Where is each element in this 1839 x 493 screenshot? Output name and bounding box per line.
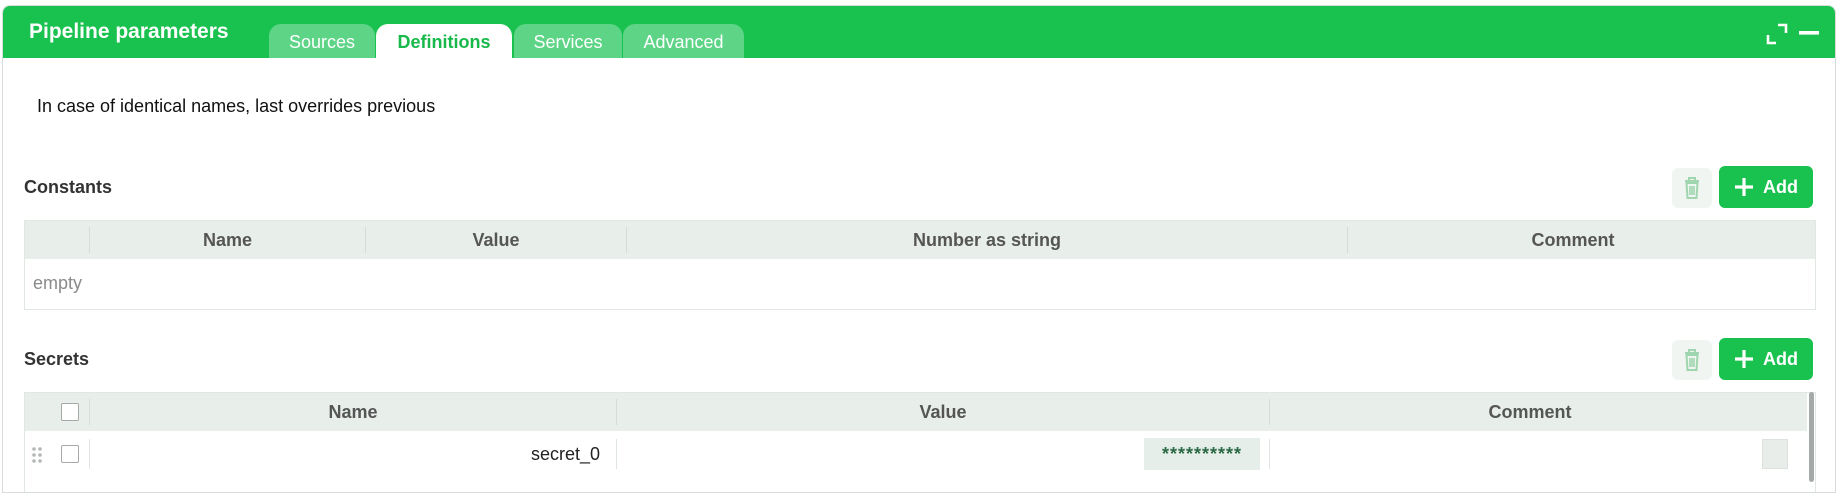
panel-title: Pipeline parameters xyxy=(29,20,229,43)
expand-icon[interactable] xyxy=(1765,22,1789,46)
column-separator xyxy=(1269,439,1270,469)
column-header-comment[interactable]: Comment xyxy=(1348,221,1798,259)
tab-services[interactable]: Services xyxy=(514,24,622,58)
constants-title: Constants xyxy=(24,177,113,197)
secrets-table: Name Value Comment secret_0 ********** xyxy=(24,392,1816,492)
secret-name-cell[interactable]: secret_0 xyxy=(90,444,600,465)
tab-definitions[interactable]: Definitions xyxy=(376,24,512,58)
row-checkbox[interactable] xyxy=(61,445,79,463)
trash-icon xyxy=(1685,349,1699,371)
column-header-value[interactable]: Value xyxy=(366,221,626,259)
constants-delete-button[interactable] xyxy=(1672,168,1712,208)
constants-table: Name Value Number as string Comment empt… xyxy=(24,220,1816,310)
add-button-label: Add xyxy=(1763,177,1798,197)
column-header-name[interactable]: Name xyxy=(90,393,616,431)
column-separator xyxy=(616,439,617,469)
column-header-value[interactable]: Value xyxy=(617,393,1269,431)
column-header-comment[interactable]: Comment xyxy=(1270,393,1790,431)
trash-icon xyxy=(1685,177,1699,199)
plus-icon xyxy=(1735,350,1753,368)
column-header-number-as-string[interactable]: Number as string xyxy=(627,221,1347,259)
constants-table-header: Name Value Number as string Comment xyxy=(25,221,1815,259)
panel-header: Pipeline parameters Sources Definitions … xyxy=(3,6,1835,58)
table-row: secret_0 ********** xyxy=(25,431,1807,479)
pipeline-parameters-panel: Pipeline parameters Sources Definitions … xyxy=(2,5,1836,493)
table-scrollbar[interactable] xyxy=(1809,392,1814,482)
secrets-title: Secrets xyxy=(24,349,90,369)
secret-value-field[interactable]: ********** xyxy=(1144,438,1260,470)
select-all-checkbox[interactable] xyxy=(61,403,79,421)
empty-placeholder: empty xyxy=(33,273,83,293)
secrets-table-header: Name Value Comment xyxy=(25,393,1807,431)
tab-sources[interactable]: Sources xyxy=(269,24,375,58)
column-header-name[interactable]: Name xyxy=(90,221,365,259)
info-text: In case of identical names, last overrid… xyxy=(37,96,436,116)
minimize-icon[interactable] xyxy=(1797,22,1821,46)
plus-icon xyxy=(1735,178,1753,196)
tab-advanced[interactable]: Advanced xyxy=(623,24,744,58)
comment-edit-button[interactable] xyxy=(1762,439,1788,469)
secrets-add-button[interactable]: Add xyxy=(1719,338,1813,380)
constants-add-button[interactable]: Add xyxy=(1719,166,1813,208)
secrets-delete-button[interactable] xyxy=(1672,340,1712,380)
drag-handle-icon[interactable] xyxy=(30,445,44,465)
add-button-label: Add xyxy=(1763,349,1798,369)
